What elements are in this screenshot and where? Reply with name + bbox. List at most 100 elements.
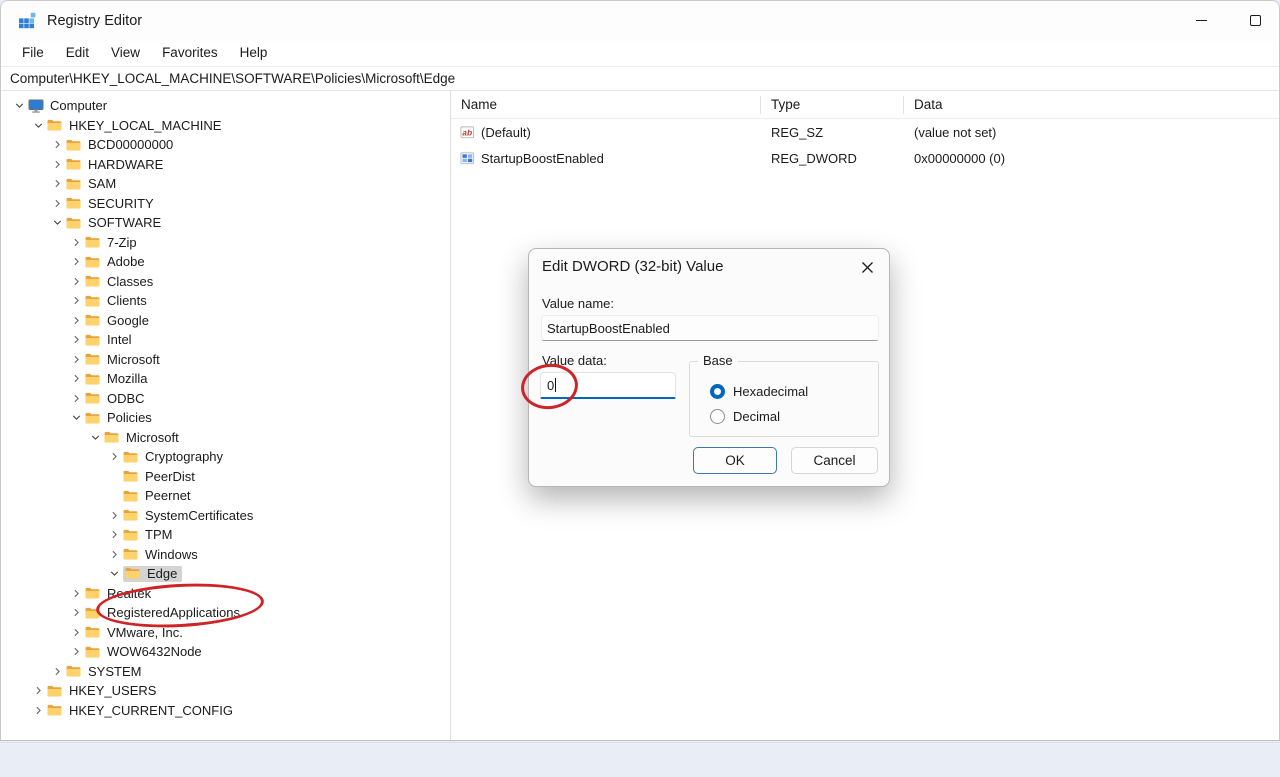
tree-item-label: Intel xyxy=(107,332,132,348)
taskbar: Search 11:34 AM xyxy=(0,742,1280,777)
tree-item-realtek[interactable]: Realtek xyxy=(1,584,450,604)
tree-item-security[interactable]: SECURITY xyxy=(1,194,450,214)
chevron-right-icon[interactable] xyxy=(49,663,66,679)
chevron-right-icon[interactable] xyxy=(30,683,47,699)
tree-item-peerdist[interactable]: PeerDist xyxy=(1,467,450,487)
base-groupbox: Base Hexadecimal Decimal xyxy=(689,353,879,437)
tree-item-label: Microsoft xyxy=(126,429,179,445)
tree-item-tpm[interactable]: TPM xyxy=(1,525,450,545)
folder-icon xyxy=(123,509,141,521)
chevron-right-icon[interactable] xyxy=(106,507,123,523)
tree-item-7-zip[interactable]: 7-Zip xyxy=(1,233,450,253)
chevron-right-icon[interactable] xyxy=(68,254,85,270)
registry-tree-pane[interactable]: Computer HKEY_LOCAL_MACHINE BCD00000000 HAR… xyxy=(1,91,451,740)
ok-button[interactable]: OK xyxy=(693,447,777,474)
tree-item-computer[interactable]: Computer xyxy=(1,96,450,116)
tree-item-edge[interactable]: Edge xyxy=(1,564,450,584)
edit-dword-dialog: Edit DWORD (32-bit) Value Value name: St… xyxy=(528,248,890,487)
chevron-right-icon[interactable] xyxy=(106,449,123,465)
menu-item-help[interactable]: Help xyxy=(229,42,279,65)
tree-item-hkey-local-machine[interactable]: HKEY_LOCAL_MACHINE xyxy=(1,116,450,136)
tree-node: Adobe xyxy=(85,254,149,269)
radio-decimal[interactable]: Decimal xyxy=(710,409,780,424)
tree-item-windows[interactable]: Windows xyxy=(1,545,450,565)
value-data-input[interactable]: 0 xyxy=(540,372,676,399)
menu-item-view[interactable]: View xyxy=(100,42,151,65)
desktop-screen: Registry Editor File Edit View Favorites Hel… xyxy=(0,0,1280,777)
chevron-right-icon[interactable] xyxy=(68,371,85,387)
chevron-right-icon[interactable] xyxy=(49,195,66,211)
tree-item-odbc[interactable]: ODBC xyxy=(1,389,450,409)
value-row--default-[interactable]: ab (Default) REG_SZ (value not set) xyxy=(451,119,1279,145)
tree-item-microsoft[interactable]: Microsoft xyxy=(1,350,450,370)
menu-item-edit[interactable]: Edit xyxy=(55,42,100,65)
tree-item-hardware[interactable]: HARDWARE xyxy=(1,155,450,175)
column-header-name[interactable]: Name xyxy=(451,95,761,114)
column-header-data[interactable]: Data xyxy=(904,96,1279,114)
chevron-right-icon[interactable] xyxy=(106,546,123,562)
tree-item-google[interactable]: Google xyxy=(1,311,450,331)
maximize-button[interactable] xyxy=(1232,1,1278,39)
tree-item-label: Mozilla xyxy=(107,371,148,387)
chevron-right-icon[interactable] xyxy=(68,234,85,250)
tree-item-peernet[interactable]: Peernet xyxy=(1,486,450,506)
tree-item-label: Edge xyxy=(147,565,178,581)
radio-hexadecimal[interactable]: Hexadecimal xyxy=(710,384,808,399)
chevron-right-icon[interactable] xyxy=(68,351,85,367)
tree-item-classes[interactable]: Classes xyxy=(1,272,450,292)
folder-icon xyxy=(85,412,103,424)
chevron-right-icon[interactable] xyxy=(68,605,85,621)
chevron-down-icon[interactable] xyxy=(11,98,28,114)
column-header-type[interactable]: Type xyxy=(761,95,904,114)
cancel-button[interactable]: Cancel xyxy=(791,447,878,474)
dialog-close-button[interactable] xyxy=(857,257,877,277)
chevron-down-icon[interactable] xyxy=(87,429,104,445)
chevron-right-icon[interactable] xyxy=(30,702,47,718)
tree-item-wow6432node[interactable]: WOW6432Node xyxy=(1,642,450,662)
tree-item-vmware-inc-[interactable]: VMware, Inc. xyxy=(1,623,450,643)
tree-node: Peernet xyxy=(123,488,195,503)
chevron-down-icon[interactable] xyxy=(30,117,47,133)
tree-item-policies[interactable]: Policies xyxy=(1,408,450,428)
menu-item-file[interactable]: File xyxy=(11,42,55,65)
minimize-button[interactable] xyxy=(1178,1,1224,39)
value-name-field[interactable]: StartupBoostEnabled xyxy=(541,315,879,341)
tree-item-hkey-users[interactable]: HKEY_USERS xyxy=(1,681,450,701)
chevron-down-icon[interactable] xyxy=(68,410,85,426)
tree-item-software[interactable]: SOFTWARE xyxy=(1,213,450,233)
tree-item-mozilla[interactable]: Mozilla xyxy=(1,369,450,389)
chevron-right-icon[interactable] xyxy=(49,156,66,172)
chevron-right-icon[interactable] xyxy=(68,273,85,289)
tree-item-microsoft[interactable]: Microsoft xyxy=(1,428,450,448)
chevron-right-icon[interactable] xyxy=(49,176,66,192)
tree-item-cryptography[interactable]: Cryptography xyxy=(1,447,450,467)
chevron-right-icon[interactable] xyxy=(106,527,123,543)
chevron-right-icon[interactable] xyxy=(49,137,66,153)
chevron-right-icon[interactable] xyxy=(68,624,85,640)
chevron-down-icon[interactable] xyxy=(49,215,66,231)
menu-item-favorites[interactable]: Favorites xyxy=(151,42,229,65)
tree-item-bcd00000000[interactable]: BCD00000000 xyxy=(1,135,450,155)
chevron-right-icon[interactable] xyxy=(68,644,85,660)
address-bar[interactable]: Computer\HKEY_LOCAL_MACHINE\SOFTWARE\Pol… xyxy=(1,67,1279,91)
chevron-right-icon[interactable] xyxy=(68,332,85,348)
tree-item-system[interactable]: SYSTEM xyxy=(1,662,450,682)
string-value-icon: ab xyxy=(460,125,475,140)
chevron-right-icon[interactable] xyxy=(68,293,85,309)
tree-item-sam[interactable]: SAM xyxy=(1,174,450,194)
tree-item-clients[interactable]: Clients xyxy=(1,291,450,311)
tree-item-hkey-current-config[interactable]: HKEY_CURRENT_CONFIG xyxy=(1,701,450,721)
registry-editor-icon xyxy=(17,11,37,31)
tree-item-intel[interactable]: Intel xyxy=(1,330,450,350)
tree-item-registeredapplications[interactable]: RegisteredApplications xyxy=(1,603,450,623)
tree-item-systemcertificates[interactable]: SystemCertificates xyxy=(1,506,450,526)
chevron-right-icon[interactable] xyxy=(68,312,85,328)
tree-node: HKEY_USERS xyxy=(47,683,160,698)
tree-item-label: Clients xyxy=(107,293,147,309)
value-row-startupboostenabled[interactable]: StartupBoostEnabled REG_DWORD 0x00000000 (… xyxy=(451,145,1279,171)
tree-item-adobe[interactable]: Adobe xyxy=(1,252,450,272)
chevron-down-icon[interactable] xyxy=(106,566,123,582)
chevron-right-icon[interactable] xyxy=(68,585,85,601)
folder-icon xyxy=(85,314,103,326)
chevron-right-icon[interactable] xyxy=(68,390,85,406)
